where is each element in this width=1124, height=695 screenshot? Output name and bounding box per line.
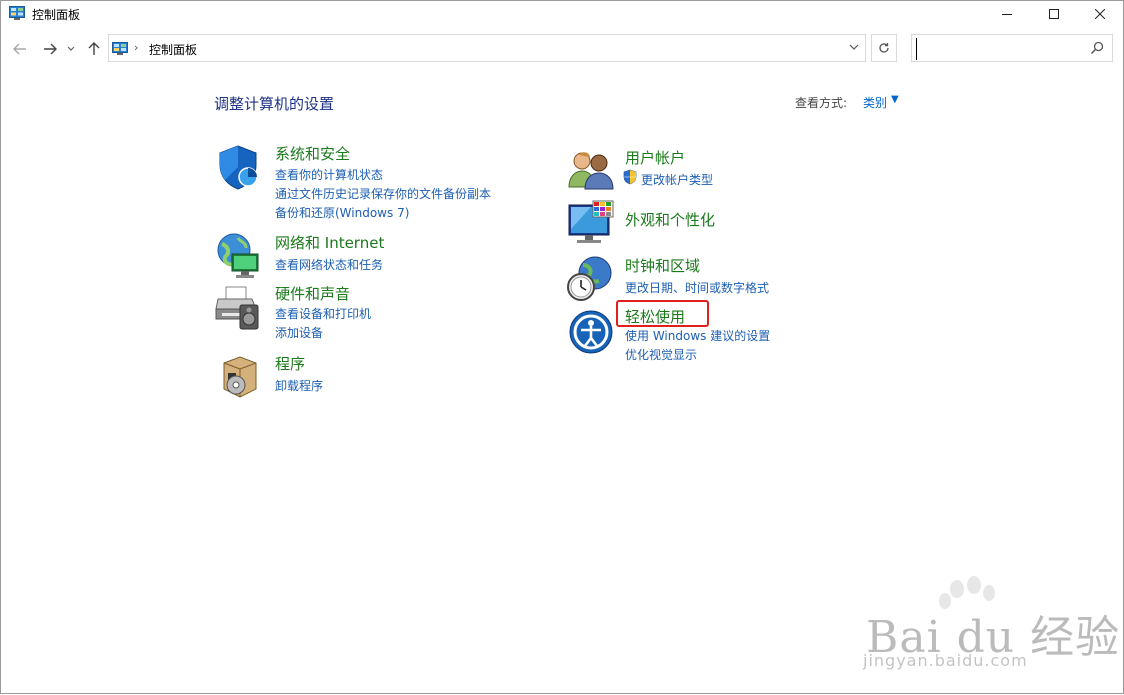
recent-locations-button[interactable] (65, 39, 77, 59)
category-ease-of-access: 轻松使用 使用 Windows 建议的设置 优化视觉显示 (567, 306, 887, 362)
link-view-computer-status[interactable]: 查看你的计算机状态 (275, 166, 383, 183)
view-by-dropdown[interactable]: 类别 (863, 94, 887, 111)
address-dropdown-button[interactable] (849, 41, 859, 54)
link-optimize-visual-display[interactable]: 优化视觉显示 (625, 346, 697, 363)
breadcrumb-control-panel[interactable]: 控制面板 (149, 41, 197, 58)
title-bar: 控制面板 (1, 1, 1123, 27)
watermark-url: jingyan.baidu.com (863, 651, 1028, 670)
users-icon[interactable] (567, 147, 615, 195)
category-appearance-personalization: 外观和个性化 (567, 199, 887, 247)
control-panel-icon (112, 42, 128, 55)
category-hardware-sound: 硬件和声音 查看设备和打印机 添加设备 (214, 283, 534, 343)
maximize-button[interactable] (1031, 1, 1077, 27)
breadcrumb-separator[interactable]: › (134, 41, 138, 54)
window-title: 控制面板 (32, 8, 81, 22)
control-panel-window: 控制面板 › 控制面板 调整计算机的设置 查看方式: 类别 ▼ 系统和安全 查看… (0, 0, 1124, 694)
minimize-button[interactable] (984, 1, 1030, 27)
category-clock-region: 时钟和区域 更改日期、时间或数字格式 (567, 255, 887, 303)
link-backup-restore[interactable]: 备份和还原(Windows 7) (275, 204, 409, 221)
uac-shield-icon (623, 169, 637, 185)
category-system-security: 系统和安全 查看你的计算机状态 通过文件历史记录保存你的文件备份副本 备份和还原… (214, 143, 534, 223)
link-change-account-type[interactable]: 更改帐户类型 (641, 171, 713, 188)
control-panel-icon (9, 6, 25, 20)
maximize-icon (1049, 9, 1059, 19)
search-box[interactable] (911, 34, 1113, 62)
clock-globe-icon[interactable] (567, 255, 615, 303)
link-network-status[interactable]: 查看网络状态和任务 (275, 256, 383, 273)
monitor-icon[interactable] (567, 199, 615, 247)
forward-button[interactable] (41, 39, 59, 59)
category-title[interactable]: 外观和个性化 (625, 209, 715, 230)
search-input[interactable] (916, 38, 1091, 60)
link-file-history[interactable]: 通过文件历史记录保存你的文件备份副本 (275, 185, 491, 202)
view-by-dropdown-arrow[interactable]: ▼ (891, 94, 899, 105)
link-change-date-time-format[interactable]: 更改日期、时间或数字格式 (625, 279, 769, 296)
highlight-box (616, 300, 709, 327)
category-title[interactable]: 系统和安全 (275, 143, 350, 164)
arrow-up-icon (88, 42, 100, 55)
minimize-icon (1002, 14, 1012, 15)
close-button[interactable] (1077, 1, 1123, 27)
ease-of-access-icon[interactable] (567, 306, 615, 354)
link-add-device[interactable]: 添加设备 (275, 324, 323, 341)
link-devices-printers[interactable]: 查看设备和打印机 (275, 305, 371, 322)
category-title[interactable]: 网络和 Internet (275, 232, 384, 253)
programs-icon[interactable] (214, 353, 262, 401)
back-button[interactable] (11, 39, 29, 59)
chevron-down-icon (849, 44, 859, 50)
refresh-button[interactable] (871, 34, 897, 62)
category-user-accounts: 用户帐户 更改帐户类型 (567, 147, 887, 191)
category-programs: 程序 卸载程序 (214, 353, 534, 401)
refresh-icon (879, 43, 889, 53)
category-title[interactable]: 硬件和声音 (275, 283, 350, 304)
shield-icon[interactable] (214, 143, 262, 191)
chevron-down-icon (67, 46, 75, 51)
category-network-internet: 网络和 Internet 查看网络状态和任务 (214, 232, 534, 278)
category-title[interactable]: 用户帐户 (625, 147, 685, 168)
link-windows-recommended-settings[interactable]: 使用 Windows 建议的设置 (625, 327, 770, 344)
link-uninstall-program[interactable]: 卸载程序 (275, 377, 323, 394)
category-title[interactable]: 程序 (275, 353, 305, 374)
page-heading: 调整计算机的设置 (214, 95, 335, 113)
category-title[interactable]: 时钟和区域 (625, 255, 700, 276)
navigation-bar: › 控制面板 (1, 33, 1123, 65)
search-icon[interactable] (1090, 41, 1104, 55)
network-globe-icon[interactable] (214, 232, 262, 280)
printer-icon[interactable] (214, 283, 262, 331)
arrow-right-icon (44, 43, 57, 55)
up-button[interactable] (85, 39, 103, 59)
close-icon (1095, 9, 1105, 19)
view-by-label: 查看方式: (795, 96, 848, 110)
address-bar[interactable]: › 控制面板 (108, 34, 866, 62)
arrow-left-icon (13, 43, 26, 55)
